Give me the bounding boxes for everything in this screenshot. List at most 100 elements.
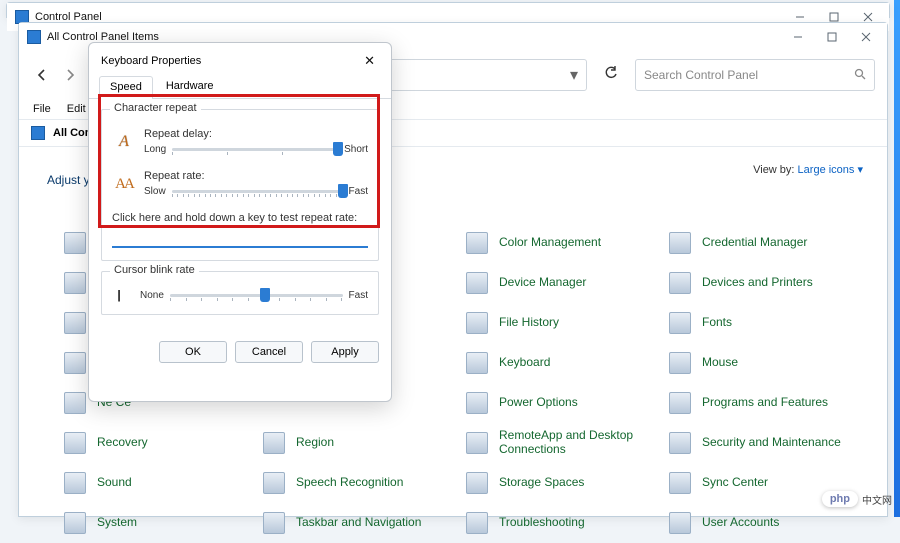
- minimize-button[interactable]: [781, 25, 815, 49]
- control-panel-item[interactable]: System: [55, 503, 258, 543]
- control-panel-item[interactable]: Color Management: [461, 223, 664, 263]
- dialog-close-button[interactable]: ✕: [358, 51, 381, 71]
- watermark: php 中文网: [822, 491, 892, 507]
- control-panel-item[interactable]: Mouse: [664, 343, 867, 383]
- viewby-value[interactable]: Large icons ▾: [798, 164, 863, 176]
- repeat-delay-min: Long: [144, 144, 166, 155]
- item-label: System: [97, 516, 137, 530]
- item-icon: [262, 431, 286, 455]
- control-panel-item[interactable]: Credential Manager: [664, 223, 867, 263]
- close-button[interactable]: [849, 25, 883, 49]
- item-icon: [668, 311, 692, 335]
- cursor-blink-max: Fast: [349, 290, 368, 301]
- dialog-titlebar: Keyboard Properties ✕: [89, 43, 391, 75]
- item-label: Credential Manager: [702, 236, 807, 250]
- item-label: Recovery: [97, 436, 148, 450]
- item-icon: [63, 231, 87, 255]
- control-panel-item[interactable]: File History: [461, 303, 664, 343]
- repeat-rate-icon: AA: [112, 172, 136, 196]
- item-icon: [63, 431, 87, 455]
- control-panel-item[interactable]: Fonts: [664, 303, 867, 343]
- item-icon: [668, 471, 692, 495]
- dialog-tabs: Speed Hardware: [89, 75, 391, 99]
- item-icon: [668, 391, 692, 415]
- repeat-delay-slider[interactable]: [172, 142, 338, 156]
- item-label: Security and Maintenance: [702, 436, 841, 450]
- cursor-preview: |: [112, 288, 126, 302]
- control-panel-item[interactable]: Speech Recognition: [258, 463, 461, 503]
- item-icon: [465, 271, 489, 295]
- dialog-title: Keyboard Properties: [101, 55, 358, 67]
- refresh-button[interactable]: [597, 66, 625, 85]
- item-label: Region: [296, 436, 334, 450]
- control-panel-item[interactable]: Programs and Features: [664, 383, 867, 423]
- tab-hardware[interactable]: Hardware: [155, 75, 225, 98]
- item-label: Power Options: [499, 396, 578, 410]
- search-icon: [854, 68, 866, 83]
- address-dropdown-icon[interactable]: ▾: [570, 65, 578, 85]
- control-panel-item[interactable]: Recovery: [55, 423, 258, 463]
- item-icon: [262, 471, 286, 495]
- outer-window: Control Panel: [6, 2, 890, 18]
- control-panel-icon: [27, 30, 41, 44]
- apply-button[interactable]: Apply: [311, 341, 379, 363]
- keyboard-properties-dialog: Keyboard Properties ✕ Speed Hardware Cha…: [88, 42, 392, 402]
- item-label: Devices and Printers: [702, 276, 813, 290]
- item-icon: [63, 351, 87, 375]
- repeat-rate-label: Repeat rate:: [144, 170, 368, 182]
- repeat-delay-label: Repeat delay:: [144, 128, 368, 140]
- dialog-buttons: OK Cancel Apply: [89, 333, 391, 373]
- item-icon: [465, 311, 489, 335]
- item-icon: [465, 231, 489, 255]
- cursor-blink-slider[interactable]: [170, 288, 343, 302]
- control-panel-item[interactable]: RemoteApp and Desktop Connections: [461, 423, 664, 463]
- character-repeat-group: Character repeat A Repeat delay: Long Sh…: [101, 109, 379, 261]
- repeat-test-label: Click here and hold down a key to test r…: [112, 212, 368, 224]
- item-label: File History: [499, 316, 559, 330]
- cursor-blink-group: Cursor blink rate | None Fast: [101, 271, 379, 315]
- control-panel-item[interactable]: Storage Spaces: [461, 463, 664, 503]
- maximize-button[interactable]: [815, 25, 849, 49]
- viewby-label: View by:: [753, 164, 794, 176]
- item-label: Troubleshooting: [499, 516, 585, 530]
- ok-button[interactable]: OK: [159, 341, 227, 363]
- cursor-blink-thumb[interactable]: [260, 288, 270, 302]
- item-icon: [668, 511, 692, 535]
- control-panel-item[interactable]: Keyboard: [461, 343, 664, 383]
- item-icon: [262, 511, 286, 535]
- item-label: Taskbar and Navigation: [296, 516, 421, 530]
- control-panel-item[interactable]: Device Manager: [461, 263, 664, 303]
- item-label: Keyboard: [499, 356, 550, 370]
- back-button[interactable]: [31, 64, 53, 86]
- repeat-delay-icon: A: [112, 130, 136, 154]
- repeat-delay-max: Short: [344, 144, 368, 155]
- control-panel-item[interactable]: User Accounts: [664, 503, 867, 543]
- tab-speed[interactable]: Speed: [99, 76, 153, 99]
- control-panel-item[interactable]: Devices and Printers: [664, 263, 867, 303]
- item-icon: [63, 271, 87, 295]
- control-panel-item[interactable]: Security and Maintenance: [664, 423, 867, 463]
- item-label: Fonts: [702, 316, 732, 330]
- search-placeholder: Search Control Panel: [644, 68, 854, 82]
- repeat-test-input[interactable]: [112, 228, 368, 248]
- control-panel-item[interactable]: Taskbar and Navigation: [258, 503, 461, 543]
- viewby: View by: Large icons ▾: [753, 163, 863, 176]
- item-label: Storage Spaces: [499, 476, 584, 490]
- menu-file[interactable]: File: [27, 101, 57, 117]
- item-icon: [465, 471, 489, 495]
- item-icon: [63, 471, 87, 495]
- repeat-delay-thumb[interactable]: [333, 142, 343, 156]
- search-box[interactable]: Search Control Panel: [635, 59, 875, 91]
- item-icon: [668, 231, 692, 255]
- item-icon: [668, 351, 692, 375]
- control-panel-item[interactable]: Region: [258, 423, 461, 463]
- cancel-button[interactable]: Cancel: [235, 341, 303, 363]
- control-panel-item[interactable]: Sound: [55, 463, 258, 503]
- repeat-rate-max: Fast: [349, 186, 368, 197]
- control-panel-item[interactable]: Troubleshooting: [461, 503, 664, 543]
- forward-button[interactable]: [59, 64, 81, 86]
- repeat-rate-slider[interactable]: [172, 184, 343, 198]
- repeat-rate-thumb[interactable]: [338, 184, 348, 198]
- control-panel-item[interactable]: Power Options: [461, 383, 664, 423]
- cursor-blink-legend: Cursor blink rate: [110, 264, 199, 276]
